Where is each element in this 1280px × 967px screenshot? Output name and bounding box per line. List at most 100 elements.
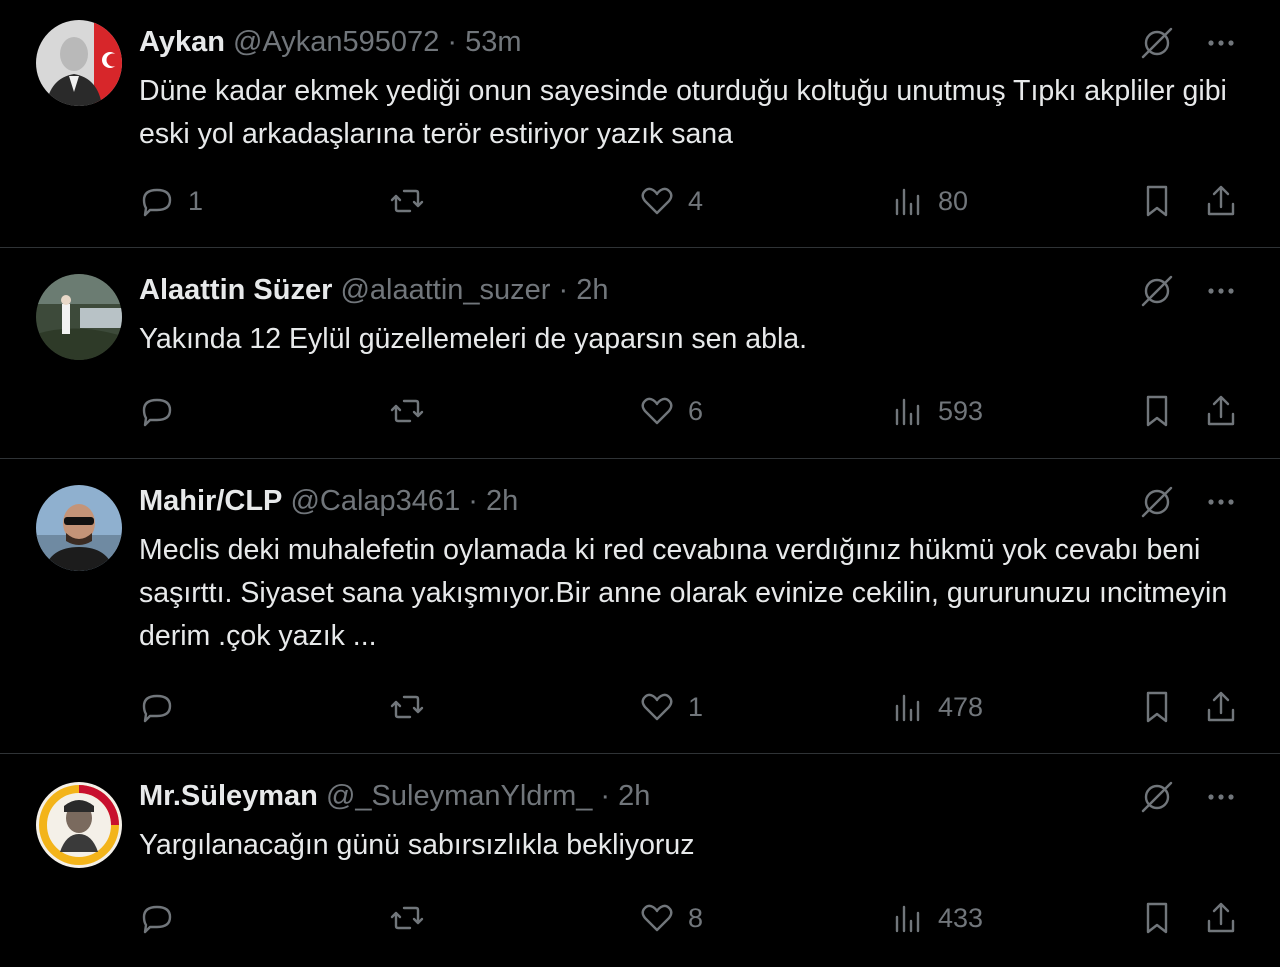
- more-dots-icon[interactable]: [1202, 24, 1240, 62]
- display-name[interactable]: Aykan: [139, 26, 225, 58]
- bookmark-icon: [1146, 395, 1168, 427]
- tweet-header: Aykan @Aykan595072 · 53m: [139, 22, 522, 62]
- share-icon: [1207, 691, 1235, 722]
- reply-bubble-icon: [142, 188, 172, 217]
- view-count: 80: [938, 185, 969, 216]
- reply-feed: Aykan @Aykan595072 · 53m Düne kadar ekme…: [0, 0, 1280, 967]
- bookmark-button[interactable]: [1138, 392, 1176, 430]
- heart-icon: [641, 397, 673, 425]
- display-name[interactable]: Mr.Süleyman: [139, 780, 318, 812]
- slashed-circle-icon[interactable]: [1138, 483, 1176, 521]
- share-icon: [1207, 902, 1235, 933]
- handle[interactable]: @alaattin_suzer: [340, 274, 550, 306]
- handle[interactable]: @_SuleymanYldrm_: [326, 780, 592, 812]
- view-count: 593: [938, 395, 984, 426]
- retweet-button[interactable]: [388, 182, 438, 220]
- more-dots-icon[interactable]: [1202, 483, 1240, 521]
- tweet-mahir[interactable]: Mahir/CLP @Calap3461 · 2h Meclis deki mu…: [0, 459, 1280, 754]
- tweet-text: Yakında 12 Eylül güzellemeleri de yapars…: [139, 323, 808, 355]
- like-count: 8: [688, 902, 704, 933]
- reply-button[interactable]: [138, 688, 188, 726]
- bookmark-icon: [1146, 185, 1168, 217]
- handle[interactable]: @Calap3461: [290, 485, 460, 517]
- timestamp[interactable]: 2h: [618, 780, 650, 812]
- bookmark-icon: [1146, 902, 1168, 934]
- tweet-header: Mahir/CLP @Calap3461 · 2h: [139, 481, 518, 521]
- slashed-circle-icon[interactable]: [1138, 272, 1176, 310]
- retweet-icon: [390, 906, 424, 930]
- display-name[interactable]: Mahir/CLP: [139, 485, 282, 517]
- reply-bubble-icon: [142, 398, 172, 427]
- bookmark-icon: [1146, 691, 1168, 723]
- avatar[interactable]: [36, 485, 122, 571]
- reply-bubble-icon: [142, 694, 172, 723]
- separator: ·: [468, 485, 478, 517]
- slashed-circle-icon[interactable]: [1138, 24, 1176, 62]
- bar-chart-icon: [895, 905, 920, 933]
- avatar[interactable]: [36, 782, 122, 868]
- tweet-suleyman[interactable]: Mr.Süleyman @_SuleymanYldrm_ · 2h Yargıl…: [0, 754, 1280, 967]
- retweet-icon: [390, 399, 424, 423]
- like-button[interactable]: 1: [638, 688, 703, 726]
- like-button[interactable]: 8: [638, 899, 703, 937]
- slashed-circle-icon[interactable]: [1138, 778, 1176, 816]
- tweet-alaattin[interactable]: Alaattin Süzer @alaattin_suzer · 2h Yakı…: [0, 248, 1280, 459]
- reply-button[interactable]: 1: [138, 182, 203, 220]
- bookmark-button[interactable]: [1138, 688, 1176, 726]
- views-button[interactable]: 593: [888, 392, 983, 430]
- tweet-header: Mr.Süleyman @_SuleymanYldrm_ · 2h: [139, 776, 650, 816]
- bookmark-button[interactable]: [1138, 182, 1176, 220]
- bookmark-button[interactable]: [1138, 899, 1176, 937]
- view-count: 478: [938, 691, 984, 722]
- timestamp[interactable]: 2h: [486, 485, 518, 517]
- tweet-header: Alaattin Süzer @alaattin_suzer · 2h: [139, 270, 609, 310]
- separator: ·: [558, 274, 569, 306]
- bar-chart-icon: [895, 188, 920, 216]
- share-button[interactable]: [1202, 688, 1240, 726]
- reply-count: 1: [188, 185, 204, 216]
- display-name[interactable]: Alaattin Süzer: [139, 274, 332, 306]
- more-dots-icon[interactable]: [1202, 778, 1240, 816]
- timestamp[interactable]: 53m: [465, 26, 521, 58]
- share-button[interactable]: [1202, 182, 1240, 220]
- handle[interactable]: @Aykan595072: [233, 26, 439, 58]
- heart-icon: [641, 693, 673, 721]
- tweet-text: Yargılanacağın günü sabırsızlıkla bekliy…: [139, 829, 695, 861]
- like-count: 6: [688, 395, 704, 426]
- views-button[interactable]: 478: [888, 688, 983, 726]
- action-bar: 1 4 80: [138, 182, 1240, 222]
- share-icon: [1207, 185, 1235, 216]
- heart-icon: [641, 904, 673, 932]
- reply-bubble-icon: [142, 905, 172, 934]
- tweet-text: Meclis deki muhalefetin oylamada ki red …: [139, 534, 1228, 652]
- views-button[interactable]: 80: [888, 182, 968, 220]
- separator: ·: [447, 26, 458, 58]
- share-button[interactable]: [1202, 899, 1240, 937]
- like-count: 1: [688, 691, 704, 722]
- action-bar: 8 433: [138, 899, 1240, 939]
- views-button[interactable]: 433: [888, 899, 983, 937]
- action-bar: 1 478: [138, 688, 1240, 728]
- share-button[interactable]: [1202, 392, 1240, 430]
- share-icon: [1207, 395, 1235, 426]
- retweet-button[interactable]: [388, 899, 438, 937]
- like-button[interactable]: 6: [638, 392, 703, 430]
- timestamp[interactable]: 2h: [576, 274, 608, 306]
- separator: ·: [600, 780, 611, 812]
- tweet-text: Düne kadar ekmek yediği onun sayesinde o…: [139, 75, 1227, 150]
- avatar[interactable]: [36, 274, 122, 360]
- retweet-icon: [390, 189, 424, 213]
- more-dots-icon[interactable]: [1202, 272, 1240, 310]
- avatar[interactable]: [36, 20, 122, 106]
- reply-button[interactable]: [138, 392, 188, 430]
- heart-icon: [641, 187, 673, 215]
- bar-chart-icon: [895, 398, 920, 426]
- reply-button[interactable]: [138, 899, 188, 937]
- tweet-aykan[interactable]: Aykan @Aykan595072 · 53m Düne kadar ekme…: [0, 0, 1280, 248]
- retweet-button[interactable]: [388, 392, 438, 430]
- retweet-button[interactable]: [388, 688, 438, 726]
- action-bar: 6 593: [138, 392, 1240, 432]
- view-count: 433: [938, 902, 984, 933]
- like-count: 4: [688, 185, 704, 216]
- like-button[interactable]: 4: [638, 182, 703, 220]
